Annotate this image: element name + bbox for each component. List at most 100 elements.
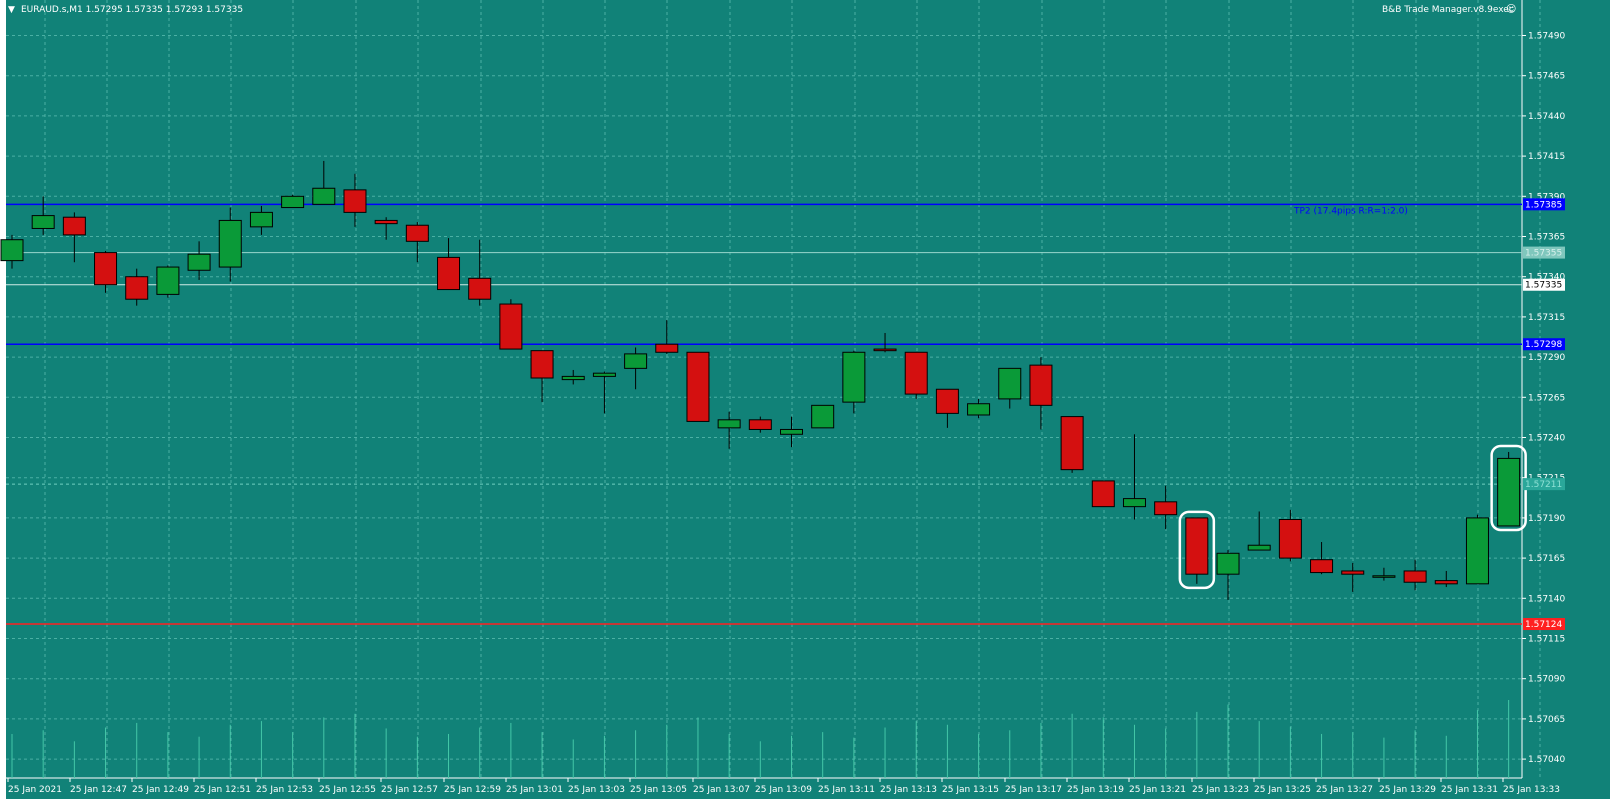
time-tick-label: 25 Jan 12:59: [444, 785, 501, 795]
bullish-candle-body: [624, 353, 648, 369]
bullish-candle-body: [780, 428, 803, 435]
bullish-candle-body: [218, 219, 242, 268]
bearish-candle-body: [904, 351, 928, 395]
tp2-caption: TP2 (17.4pips R:R=1:2.0): [1293, 206, 1408, 216]
bearish-candle-body: [94, 252, 118, 286]
price-tick-label: 1.57315: [1528, 313, 1565, 323]
bearish-candle-body: [1154, 501, 1178, 516]
time-tick-label: 25 Jan 13:07: [693, 785, 750, 795]
time-tick-label: 25 Jan 13:29: [1379, 785, 1436, 795]
bearish-candle-body: [686, 351, 710, 422]
ask-price-tag: 1.57211: [1525, 480, 1562, 490]
bearish-candle-body: [343, 189, 367, 213]
bearish-candle-body: [1341, 570, 1365, 575]
price-tick-label: 1.57415: [1528, 152, 1565, 162]
time-tick-label: 25 Jan 13:11: [818, 785, 875, 795]
bearish-candle-body: [748, 419, 772, 430]
bearish-candle-body: [1185, 517, 1209, 575]
bullish-candle-body: [1372, 575, 1396, 578]
time-tick-label: 25 Jan 13:27: [1316, 785, 1373, 795]
price-tick-label: 1.57190: [1528, 514, 1565, 524]
price-tick-label: 1.57165: [1528, 554, 1565, 564]
bid-price-tag: 1.57335: [1525, 281, 1562, 291]
price-tick-label: 1.57290: [1528, 353, 1565, 363]
time-tick-label: 25 Jan 13:01: [506, 785, 563, 795]
reference-price-tag: 1.57355: [1525, 249, 1562, 259]
time-tick-label: 25 Jan 13:15: [942, 785, 999, 795]
chart-plot-area[interactable]: [6, 0, 1522, 778]
time-tick-label: 25 Jan 13:33: [1503, 785, 1560, 795]
time-tick-label: 25 Jan 12:47: [70, 785, 127, 795]
price-tick-label: 1.57065: [1528, 715, 1565, 725]
time-tick-label: 25 Jan 13:21: [1129, 785, 1186, 795]
bearish-candle-body: [437, 256, 461, 291]
time-tick-label: 25 Jan 13:17: [1005, 785, 1062, 795]
tp2-price-tag: 1.57385: [1525, 200, 1562, 210]
bullish-candle-body: [249, 211, 273, 228]
ea-name: B&B Trade Manager.v8.9exec: [1382, 5, 1514, 15]
bullish-candle-body: [1216, 552, 1240, 575]
price-tick-label: 1.57490: [1528, 32, 1565, 42]
bearish-candle-body: [1403, 570, 1427, 583]
time-tick-label: 25 Jan 12:49: [132, 785, 189, 795]
bullish-candle-body: [1247, 544, 1271, 551]
time-tick-label: 25 Jan 12:51: [194, 785, 251, 795]
bearish-candle-body: [62, 216, 86, 236]
bearish-candle-body: [1278, 519, 1302, 559]
time-tick-label: 25 Jan 13:09: [755, 785, 812, 795]
time-tick-label: 25 Jan 13:19: [1067, 785, 1124, 795]
bullish-candle-body: [967, 403, 991, 416]
price-chart[interactable]: TP2 (17.4pips R:R=1:2.0) 1.57490 1.57465 1…: [0, 0, 1610, 799]
bullish-candle-body: [312, 187, 336, 205]
bullish-candle-body: [0, 239, 24, 262]
bearish-candle-body: [530, 350, 554, 379]
price-tick-label: 1.57440: [1528, 112, 1565, 122]
time-tick-label: 25 Jan 12:57: [381, 785, 438, 795]
time-tick-label: 25 Jan 13:13: [880, 785, 937, 795]
time-tick-label: 25 Jan 13:31: [1441, 785, 1498, 795]
bearish-candle-body: [935, 388, 959, 414]
time-tick-label: 25 Jan 13:25: [1254, 785, 1311, 795]
bullish-candle-body: [187, 253, 211, 271]
time-tick-label: 25 Jan 2021: [8, 785, 62, 795]
symbol-info: EURAUD.s,M1 1.57295 1.57335 1.57293 1.57…: [21, 5, 244, 15]
price-tick-label: 1.57365: [1528, 233, 1565, 243]
bullish-candle-body: [1122, 498, 1146, 508]
bullish-candle-body: [1465, 517, 1489, 585]
bearish-candle-body: [125, 276, 149, 300]
time-tick-label: 25 Jan 13:23: [1192, 785, 1249, 795]
price-tick-label: 1.57240: [1528, 434, 1565, 444]
bullish-candle-body: [31, 215, 55, 229]
menu-arrow-icon[interactable]: ▼: [8, 5, 15, 15]
entry-price-tag: 1.57298: [1525, 340, 1562, 350]
time-tick-label: 25 Jan 12:55: [319, 785, 376, 795]
price-tick-label: 1.57465: [1528, 72, 1565, 82]
bearish-candle-body: [655, 343, 679, 353]
bearish-candle-body: [499, 303, 523, 350]
bullish-candle-body: [717, 419, 741, 429]
chart-window[interactable]: TP2 (17.4pips R:R=1:2.0) 1.57490 1.57465 1…: [0, 0, 1610, 799]
bearish-candle-body: [405, 224, 429, 242]
time-tick-label: 25 Jan 13:05: [630, 785, 687, 795]
bullish-candle-body: [998, 367, 1022, 400]
bearish-candle-body: [1310, 559, 1334, 574]
bullish-candle-body: [811, 404, 835, 429]
bearish-candle-body: [1434, 580, 1458, 585]
bullish-candle-body: [281, 195, 305, 209]
bullish-candle-body: [592, 372, 616, 377]
price-tick-label: 1.57265: [1528, 393, 1565, 403]
bearish-candle-body: [374, 219, 398, 225]
bearish-candle-body: [468, 277, 492, 300]
bullish-candle-body: [1497, 457, 1521, 527]
time-tick-label: 25 Jan 13:03: [568, 785, 625, 795]
bearish-candle-body: [873, 348, 897, 352]
bearish-candle-body: [1060, 416, 1084, 471]
price-tick-label: 1.57115: [1528, 635, 1565, 645]
bullish-candle-body: [156, 266, 180, 295]
time-tick-label: 25 Jan 12:53: [256, 785, 313, 795]
bearish-candle-body: [1029, 364, 1053, 406]
bearish-candle-body: [1091, 480, 1115, 508]
price-tick-label: 1.57090: [1528, 675, 1565, 685]
price-tick-label: 1.57040: [1528, 755, 1565, 765]
smiley-icon[interactable]: ☺: [1506, 4, 1516, 15]
